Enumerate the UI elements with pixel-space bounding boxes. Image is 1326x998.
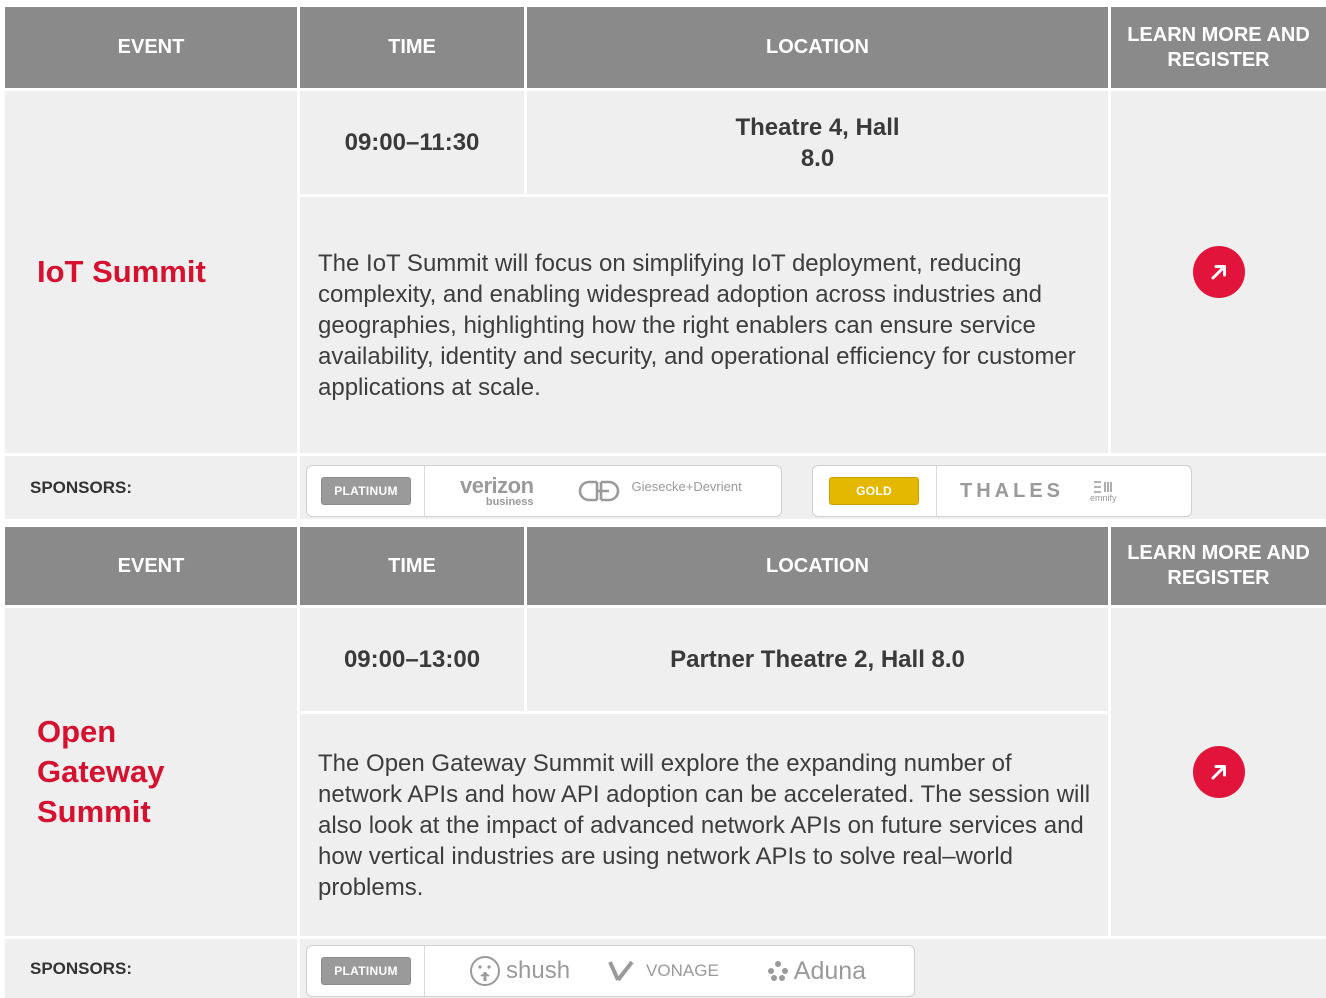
sponsor-logo-thales[interactable]: THALES [960,480,1064,503]
sponsor-logo-giesecke-devrient[interactable]: Giesecke+Devrient [576,478,742,504]
header-time: TIME [300,527,524,605]
sponsor-logo-emnify[interactable]: emnify [1090,480,1117,503]
sponsor-tier-gold: GOLD THALES emnify [812,465,1192,517]
learn-more-cell [1111,91,1326,453]
sponsor-logo-shush[interactable]: shush [468,954,570,988]
sponsors-label: SPONSORS: [5,939,297,998]
shush-face-icon [468,954,502,988]
sponsor-logo-vonage[interactable]: VONAGE [608,959,719,983]
vonage-v-icon [608,959,638,983]
sponsors-label: SPONSORS: [5,456,297,519]
arrow-up-right-icon [1208,761,1230,783]
header-location: LOCATION [527,527,1108,605]
sponsor-tier-platinum: PLATINUM verizon business Giesecke+Devri… [306,465,782,517]
aduna-mark-icon [766,959,790,983]
register-link-button[interactable] [1192,746,1245,798]
sponsor-logo-verizon[interactable]: verizon business [460,474,534,508]
learn-more-cell [1111,608,1326,936]
event-name: IoT Summit [5,91,297,453]
sponsor-tier-platinum: PLATINUM shush VONAGE Aduna [306,945,915,997]
tier-badge-gold: GOLD [829,477,919,505]
divider [936,466,937,516]
tier-badge-platinum: PLATINUM [321,477,411,505]
header-time: TIME [300,7,524,88]
header-learn-more: LEARN MORE AND REGISTER [1111,7,1326,88]
header-location: LOCATION [527,7,1108,88]
header-learn-more: LEARN MORE AND REGISTER [1111,527,1326,605]
header-event: EVENT [5,527,297,605]
sponsor-logo-aduna[interactable]: Aduna [766,957,866,986]
event-location: Partner Theatre 2, Hall 8.0 [527,608,1108,711]
divider [424,466,425,516]
gd-logo-icon [576,478,622,504]
header-event: EVENT [5,7,297,88]
arrow-up-right-icon [1208,261,1230,283]
event-location: Theatre 4, Hall 8.0 [527,91,1108,194]
event-time: 09:00–13:00 [300,608,524,711]
tier-badge-platinum: PLATINUM [321,957,411,985]
event-name: Open Gateway Summit [5,608,297,936]
divider [424,946,425,996]
event-description: The Open Gateway Summit will explore the… [300,714,1108,936]
event-time: 09:00–11:30 [300,91,524,194]
emnify-mark-icon [1093,480,1113,494]
register-link-button[interactable] [1192,246,1245,298]
event-description: The IoT Summit will focus on simplifying… [300,197,1108,453]
